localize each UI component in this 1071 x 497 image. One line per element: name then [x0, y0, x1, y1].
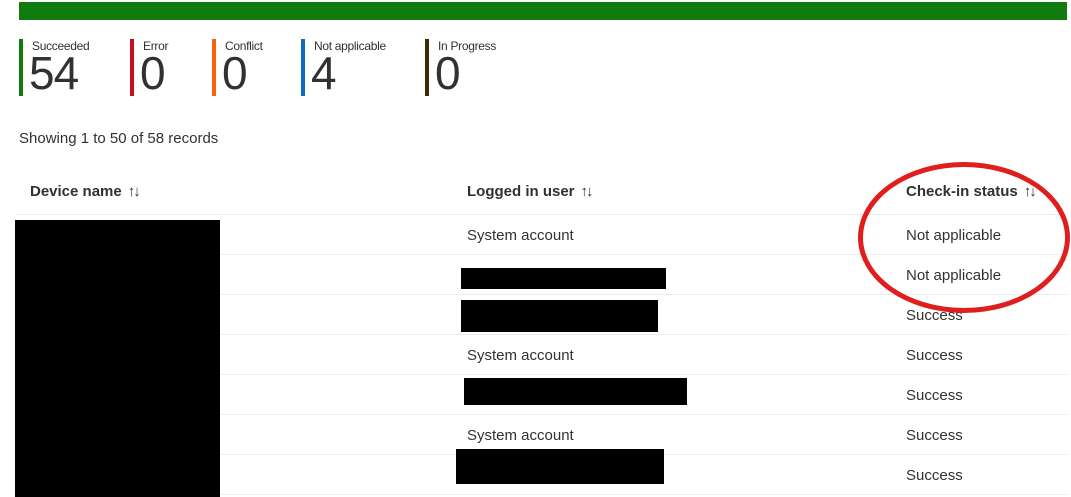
cell-check-in-status: Success: [906, 467, 963, 484]
column-header-check-in-status[interactable]: Check-in status ↑↓: [906, 183, 1037, 200]
column-header-device-name-label: Device name: [30, 183, 122, 200]
cell-check-in-status: Not applicable: [906, 227, 1002, 244]
redacted-user: [456, 449, 664, 484]
column-header-logged-in-user[interactable]: Logged in user ↑↓: [467, 183, 594, 200]
column-header-check-in-status-label: Check-in status: [906, 183, 1018, 200]
sort-icon[interactable]: ↑↓: [581, 183, 594, 200]
records-count: Showing 1 to 50 of 58 records: [19, 130, 219, 147]
column-header-device-name[interactable]: Device name ↑↓: [30, 183, 141, 200]
redacted-user: [461, 300, 658, 332]
stat-succeeded[interactable]: Succeeded 54: [19, 39, 90, 99]
stat-conflict[interactable]: Conflict 0: [212, 39, 263, 96]
cell-check-in-status: Success: [906, 347, 963, 364]
redacted-user: [461, 268, 666, 289]
stat-error[interactable]: Error 0: [130, 39, 168, 96]
deployment-progress-bar: [19, 2, 1067, 20]
stat-error-value: 0: [140, 47, 166, 99]
cell-check-in-status: Not applicable: [906, 267, 1002, 284]
redacted-user: [464, 378, 687, 405]
cell-check-in-status: Success: [906, 387, 963, 404]
column-header-logged-in-user-label: Logged in user: [467, 183, 575, 200]
cell-logged-in-user: System account: [467, 347, 574, 364]
sort-icon[interactable]: ↑↓: [1024, 183, 1037, 200]
cell-check-in-status: Success: [906, 307, 963, 324]
sort-icon[interactable]: ↑↓: [128, 183, 141, 200]
stat-not-applicable[interactable]: Not applicable 4: [301, 39, 386, 96]
cell-check-in-status: Success: [906, 427, 963, 444]
stat-in-progress-value: 0: [435, 47, 461, 99]
table-header: Device name ↑↓ Logged in user ↑↓ Check-in …: [15, 174, 1067, 215]
redacted-device-names: [15, 220, 220, 497]
cell-logged-in-user: System account: [467, 427, 574, 444]
stat-not-applicable-value: 4: [311, 47, 337, 99]
stat-in-progress[interactable]: In Progress 0: [425, 39, 496, 96]
stat-succeeded-value: 54: [29, 47, 79, 99]
cell-logged-in-user: System account: [467, 227, 574, 244]
progress-bar-fill: [19, 2, 1067, 20]
stat-conflict-value: 0: [222, 47, 248, 99]
